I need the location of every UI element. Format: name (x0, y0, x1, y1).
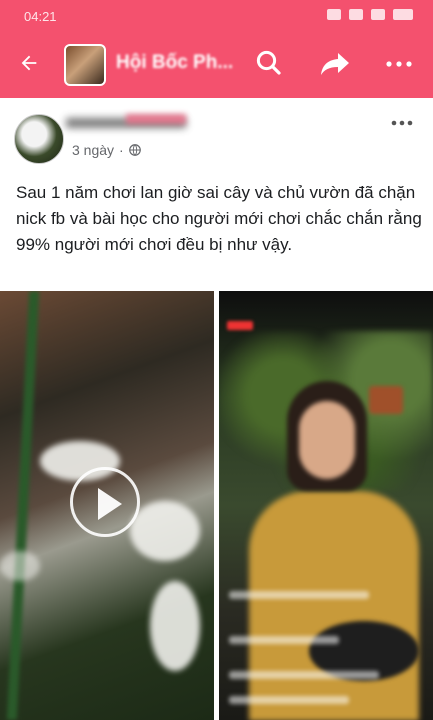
battery-icon (393, 9, 413, 20)
post-text: Sau 1 năm chơi lan giờ sai cây và chủ vư… (16, 183, 422, 254)
flower-petal (0, 551, 40, 581)
streamer-face (299, 401, 355, 479)
meta-separator: · (119, 142, 124, 158)
wifi-icon (349, 9, 363, 20)
play-icon (98, 488, 122, 520)
status-bar: 04:21 (0, 0, 433, 32)
status-time: 04:21 (24, 9, 57, 24)
back-button[interactable] (18, 50, 40, 80)
globe-icon (128, 144, 141, 156)
streamer-body (249, 491, 419, 720)
more-button[interactable] (384, 48, 414, 76)
author-avatar[interactable] (14, 114, 64, 164)
plant-stem (6, 291, 40, 720)
more-horizontal-icon (391, 120, 413, 126)
more-horizontal-icon (386, 61, 412, 67)
post-time[interactable]: 3 ngày (72, 142, 114, 158)
flower-petal (150, 581, 200, 671)
alarm-icon (327, 9, 341, 20)
arrow-left-icon (21, 55, 37, 71)
status-icons (327, 9, 413, 20)
group-avatar[interactable] (64, 44, 106, 86)
signal-icon (371, 9, 385, 20)
play-button[interactable] (70, 467, 140, 537)
name-redaction-mark (126, 114, 186, 124)
post-meta: 3 ngày · (72, 142, 141, 158)
live-comment (229, 671, 379, 679)
search-button[interactable] (254, 48, 284, 78)
group-name[interactable]: Hội Bốc Ph... (116, 52, 233, 74)
live-badge (227, 321, 253, 330)
video-thumbnail-orchid[interactable] (0, 291, 214, 720)
live-comment (229, 636, 339, 644)
post-card: 3 ngày · Sau 1 năm chơi lan giờ sai cây … (0, 98, 433, 720)
post-media (0, 291, 433, 720)
flower-petal (130, 501, 200, 561)
search-icon (256, 50, 281, 75)
video-thumbnail-livestream[interactable] (219, 291, 433, 720)
app-bar: Hội Bốc Ph... (0, 32, 433, 98)
author-name-redacted[interactable] (64, 114, 194, 132)
live-comment (229, 696, 349, 704)
post-options-button[interactable] (391, 110, 413, 133)
share-button[interactable] (318, 50, 352, 78)
live-comment (229, 591, 369, 599)
share-icon (321, 53, 349, 75)
